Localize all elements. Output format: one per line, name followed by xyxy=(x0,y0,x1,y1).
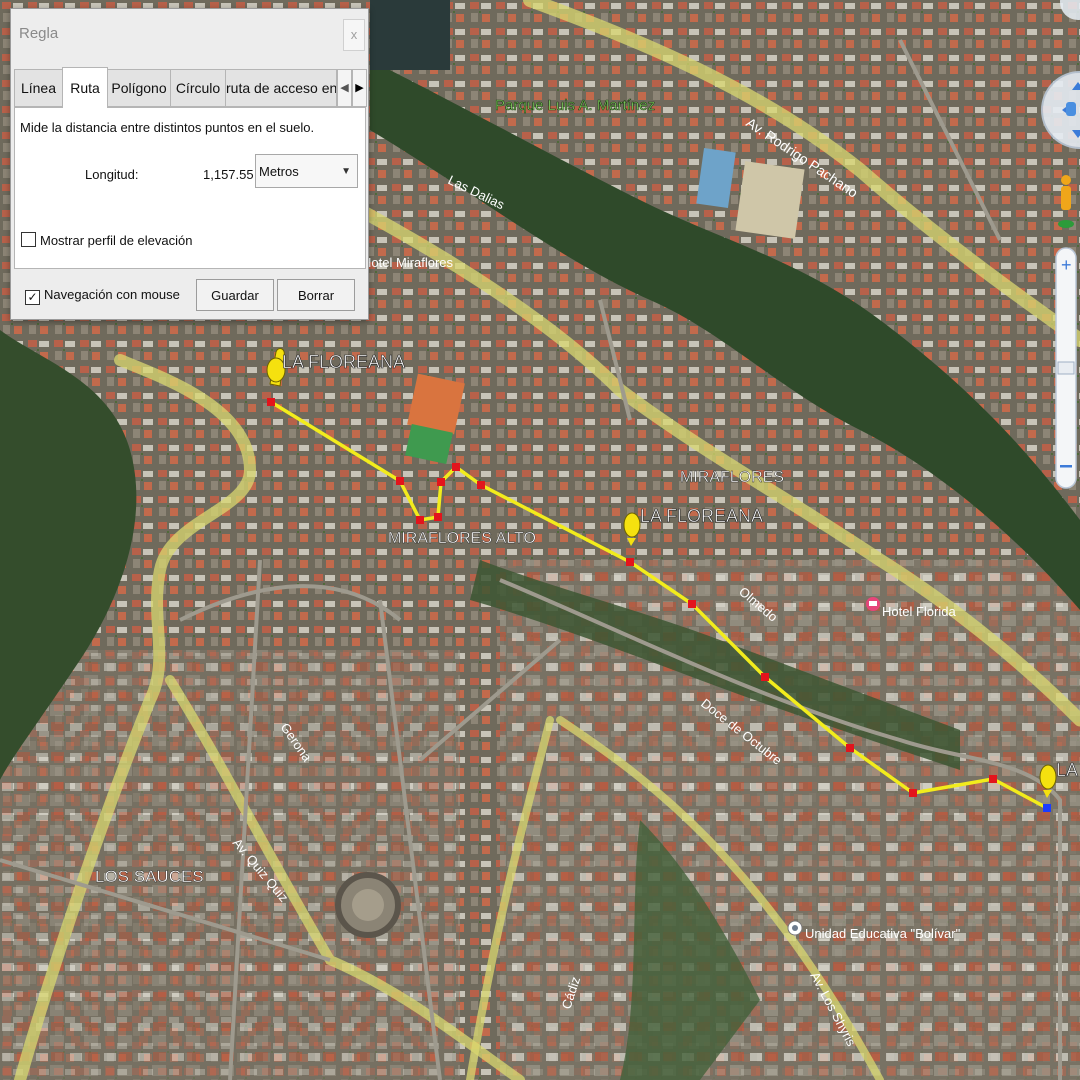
zoom-out-icon[interactable] xyxy=(1060,465,1072,468)
tab-circulo[interactable]: Círculo xyxy=(170,69,226,107)
route-vertex[interactable] xyxy=(434,513,442,521)
dialog-title: Regla xyxy=(19,25,59,42)
chevron-down-icon: ▼ xyxy=(341,166,351,177)
route-vertex[interactable] xyxy=(846,744,854,752)
zoom-in-icon[interactable]: + xyxy=(1061,255,1072,275)
measure-description: Mide la distancia entre distintos puntos… xyxy=(20,120,315,135)
elevation-checkbox-label: Mostrar perfil de elevación xyxy=(40,233,193,248)
tab-scroll-left-icon[interactable]: ◀ xyxy=(337,69,352,107)
elevation-profile-option[interactable]: Mostrar perfil de elevación xyxy=(21,232,192,248)
route-vertex[interactable] xyxy=(416,516,424,524)
school-pin-icon[interactable] xyxy=(787,920,803,936)
close-icon[interactable]: x xyxy=(343,19,365,51)
hotel-miraflores-label: Hotel Miraflores xyxy=(362,255,454,270)
route-vertex[interactable] xyxy=(626,558,634,566)
clear-button[interactable]: Borrar xyxy=(277,279,355,311)
hotel-pin-icon[interactable] xyxy=(866,597,880,611)
neighborhood-label: LOS SAUCES xyxy=(95,867,204,886)
zoom-handle[interactable] xyxy=(1057,361,1075,375)
route-vertex[interactable] xyxy=(396,477,404,485)
mouse-navigation-checkbox[interactable]: ✓ xyxy=(25,290,40,305)
unit-selected-value: Metros xyxy=(259,164,299,179)
route-vertex[interactable] xyxy=(267,398,275,406)
route-vertex[interactable] xyxy=(452,463,460,471)
route-vertex[interactable] xyxy=(477,481,485,489)
ruler-dialog: Regla x Línea Ruta Polígono Círculo ruta… xyxy=(10,8,369,320)
length-label: Longitud: xyxy=(85,167,139,182)
school-label: Unidad Educativa "Bolívar" xyxy=(805,926,961,941)
park-field xyxy=(735,161,805,239)
hand-icon[interactable] xyxy=(1066,102,1076,116)
length-value: 1,157.55 xyxy=(203,167,254,182)
neighborhood-label: MIRAFLORES ALTO xyxy=(388,530,536,547)
route-vertex[interactable] xyxy=(989,775,997,783)
reservoir xyxy=(370,0,450,70)
tab-ruta-3d[interactable]: ruta de acceso en 3D xyxy=(225,69,337,107)
placemark-label: LA FLOREANA xyxy=(282,352,405,372)
tab-linea[interactable]: Línea xyxy=(14,69,63,107)
placemark-label: LA xyxy=(1056,760,1078,780)
route-vertex[interactable] xyxy=(688,600,696,608)
save-button[interactable]: Guardar xyxy=(196,279,274,311)
mouse-navigation-label: Navegación con mouse xyxy=(44,287,180,302)
hotel-florida-label: Hotel Florida xyxy=(882,604,956,619)
tab-bar: Línea Ruta Polígono Círculo ruta de acce… xyxy=(14,67,367,109)
route-vertex[interactable] xyxy=(909,789,917,797)
dialog-titlebar[interactable]: Regla x xyxy=(11,9,368,59)
route-end-vertex[interactable] xyxy=(1043,804,1051,812)
tab-scroll-right-icon[interactable]: ▶ xyxy=(352,69,367,107)
neighborhood-label: MIRAFLORES xyxy=(680,469,784,486)
route-vertex[interactable] xyxy=(761,673,769,681)
park-label: Parque Luis A. Martínez xyxy=(495,97,655,114)
unit-select[interactable]: Metros ▼ xyxy=(255,154,358,188)
urban-area-southwest xyxy=(0,650,460,1080)
tab-ruta[interactable]: Ruta xyxy=(62,67,108,108)
placemark-label: LA FLOREANA xyxy=(640,506,763,526)
tab-poligono[interactable]: Polígono xyxy=(107,69,171,107)
bullring-center xyxy=(352,889,384,921)
elevation-checkbox[interactable] xyxy=(21,232,36,247)
mouse-navigation-option[interactable]: ✓ Navegación con mouse xyxy=(25,287,180,305)
ruta-panel: Mide la distancia entre distintos puntos… xyxy=(14,107,366,269)
route-vertex[interactable] xyxy=(437,478,445,486)
